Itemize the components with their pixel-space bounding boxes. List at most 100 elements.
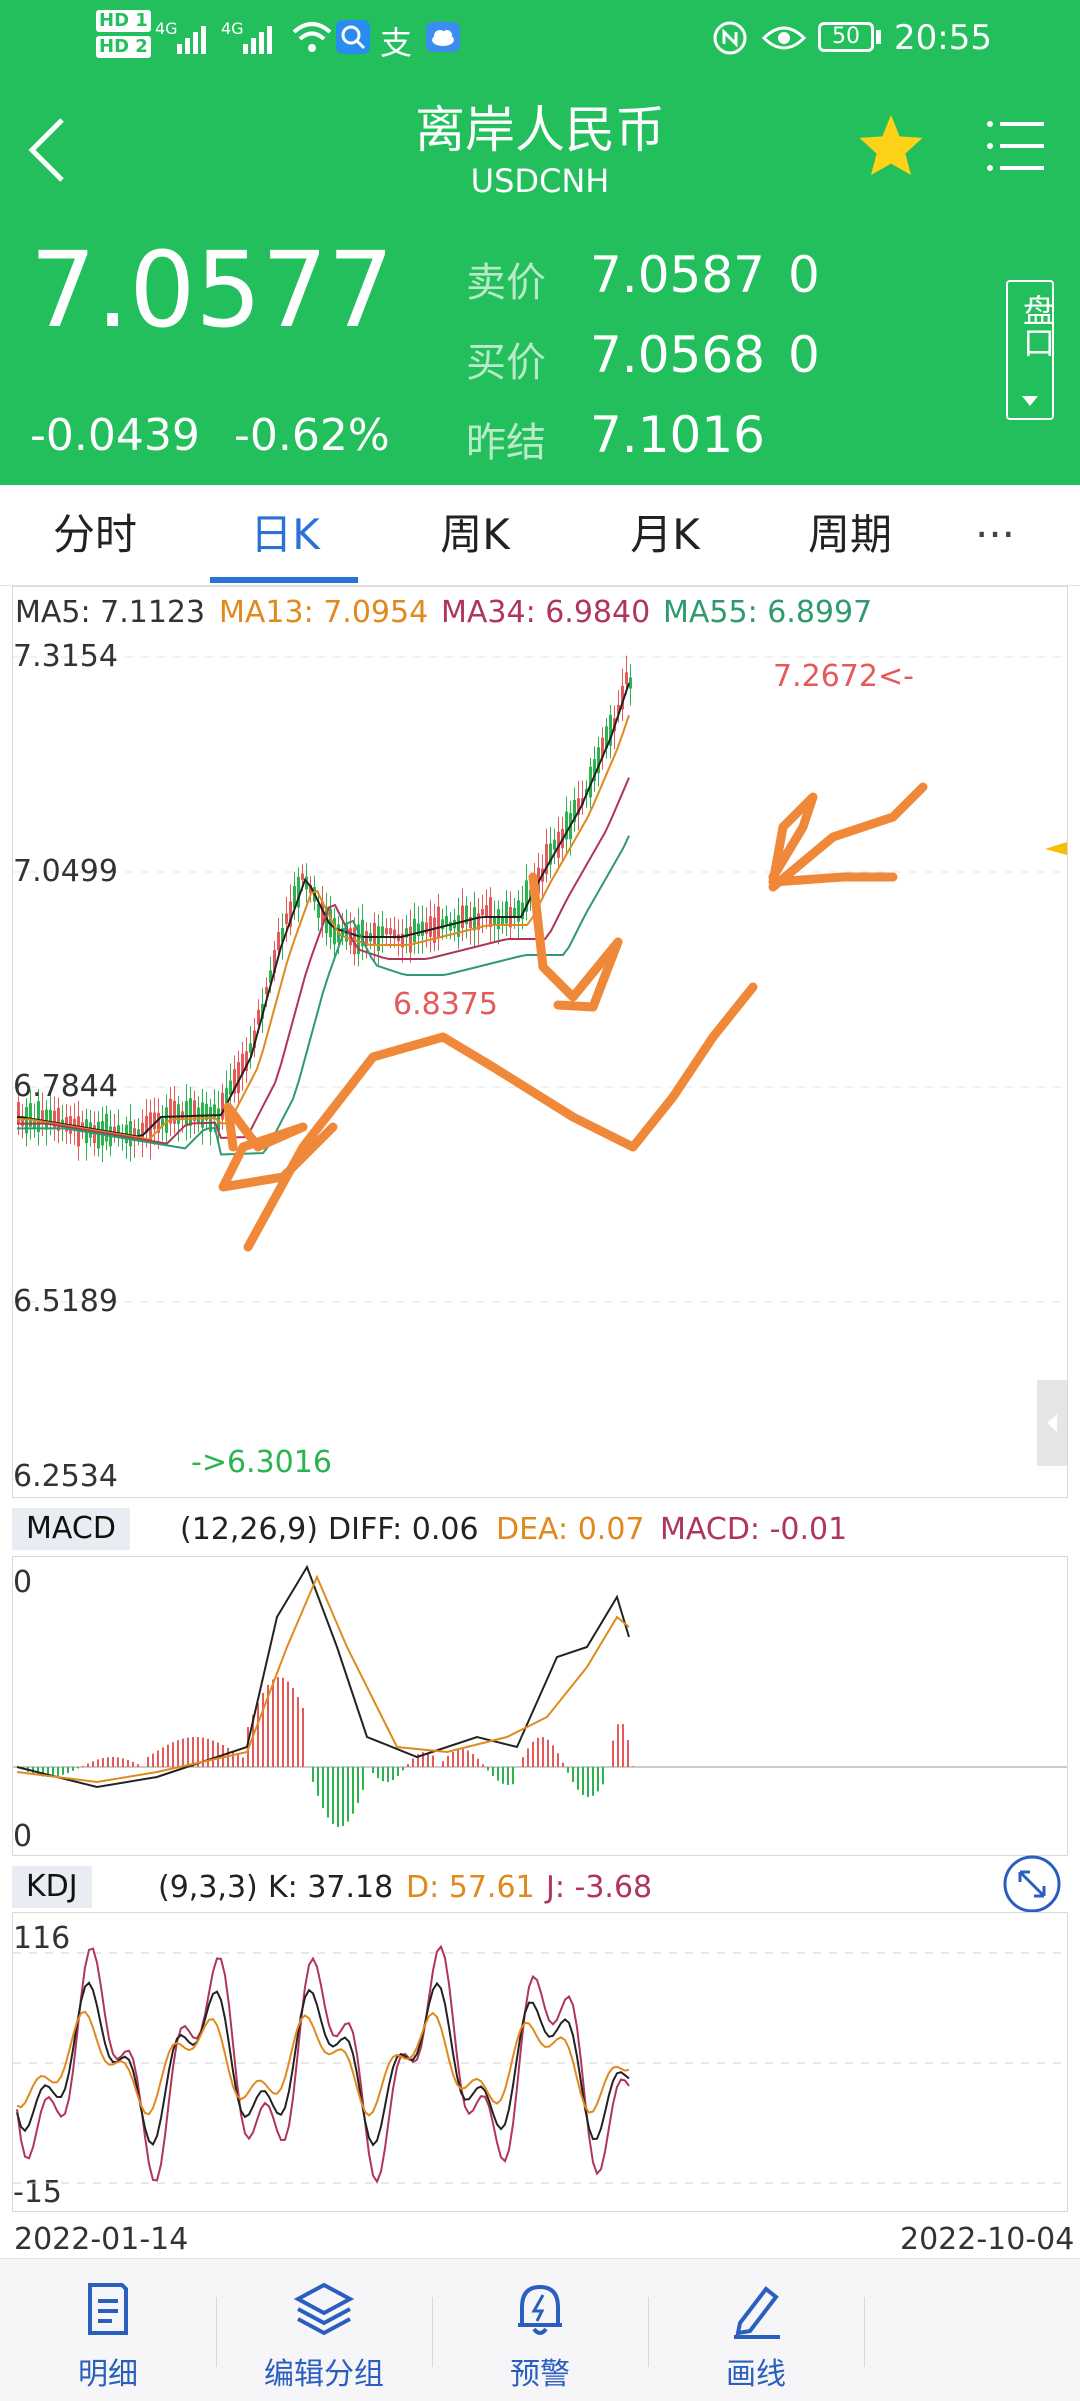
macd-histogram-bar xyxy=(572,1767,574,1782)
bottom-nav-edit-group[interactable]: 编辑分组 xyxy=(216,2259,432,2401)
bottom-nav-details[interactable]: 明细 xyxy=(0,2259,216,2401)
macd-histogram-bar xyxy=(322,1767,324,1808)
macd-histogram-bar xyxy=(57,1767,59,1776)
macd-histogram-bar xyxy=(147,1757,149,1767)
fullscreen-icon[interactable] xyxy=(1002,1854,1062,1918)
macd-histogram-bar xyxy=(277,1677,279,1767)
macd-histogram-bar xyxy=(242,1758,244,1767)
macd-histogram-bar xyxy=(472,1754,474,1767)
mid-annotation: 6.8375 xyxy=(393,987,498,1022)
macd-histogram-bar xyxy=(132,1762,134,1767)
status-bar: HD 1 HD 2 4G4G 支 50 20:55 xyxy=(0,0,1080,80)
back-icon[interactable] xyxy=(18,108,78,192)
sell-price: 7.0587 xyxy=(590,246,765,304)
macd-histogram-bar xyxy=(532,1742,534,1767)
macd-histogram-bar xyxy=(187,1738,189,1767)
axis-label-4: 6.5189 xyxy=(13,1284,118,1319)
battery-level: 50 xyxy=(832,24,860,49)
macd-histogram-bar xyxy=(627,1740,629,1767)
macd-histogram-bar xyxy=(502,1767,504,1784)
macd-histogram-bar xyxy=(317,1767,319,1796)
kdj-j: J: -3.68 xyxy=(546,1870,652,1905)
macd-histogram-bar xyxy=(597,1767,599,1791)
axis-label-5: 6.2534 xyxy=(13,1459,118,1494)
macd-histogram-bar xyxy=(372,1767,374,1773)
macd-histogram-bar xyxy=(82,1766,84,1767)
cloud-app-icon xyxy=(426,22,460,52)
macd-histogram-bar xyxy=(482,1764,484,1767)
macd-histogram-bar xyxy=(512,1767,514,1784)
bottom-nav-draw[interactable]: 画线 xyxy=(648,2259,864,2401)
macd-histogram-bar xyxy=(452,1752,454,1767)
macd-histogram-bar xyxy=(177,1740,179,1767)
tab-weekly-k[interactable]: 周K xyxy=(380,485,570,585)
kdj-params: (9,3,3) xyxy=(158,1870,258,1905)
price-marker-icon xyxy=(1045,842,1067,855)
low-annotation: ->6.3016 xyxy=(191,1445,332,1480)
macd-histogram-bar xyxy=(382,1767,384,1781)
order-book-tab[interactable]: 盘口 xyxy=(1006,280,1054,420)
tab-daily-k[interactable]: 日K xyxy=(190,485,380,585)
caret-down-icon xyxy=(1008,392,1052,412)
end-date: 2022-10-04 xyxy=(900,2222,1074,2257)
nfc-icon xyxy=(712,20,748,60)
macd-histogram-bar xyxy=(217,1743,219,1767)
macd-histogram-bar xyxy=(127,1760,129,1767)
pencil-icon xyxy=(726,2279,786,2339)
kdj-indicator-button[interactable]: KDJ xyxy=(12,1866,92,1908)
macd-panel[interactable]: 0 0 xyxy=(12,1556,1068,1856)
bottom-nav-alert[interactable]: 预警 xyxy=(432,2259,648,2401)
favorite-star-icon[interactable] xyxy=(856,112,926,182)
macd-value: MACD: -0.01 xyxy=(660,1512,847,1547)
macd-indicator-button[interactable]: MACD xyxy=(12,1508,130,1550)
clock: 20:55 xyxy=(894,18,992,58)
active-tab-indicator xyxy=(210,577,358,583)
svg-text:4G: 4G xyxy=(221,19,244,38)
buy-price: 7.0568 xyxy=(590,326,765,384)
macd-histogram-bar xyxy=(397,1767,399,1776)
macd-histogram-bar xyxy=(552,1745,554,1767)
macd-histogram-bar xyxy=(87,1763,89,1767)
more-icon[interactable]: ··· xyxy=(945,485,1045,585)
kline-panel[interactable]: MA5: 7.1123 MA13: 7.0954 MA34: 6.9840 MA… xyxy=(12,586,1068,1498)
tab-monthly-k[interactable]: 月K xyxy=(570,485,760,585)
tab-intraday[interactable]: 分时 xyxy=(0,485,190,585)
macd-dea: DEA: 0.07 xyxy=(496,1512,645,1547)
page-title: 离岸人民币 xyxy=(240,90,840,162)
macd-histogram-bar xyxy=(117,1757,119,1767)
macd-histogram-bar xyxy=(622,1724,624,1767)
macd-histogram-bar xyxy=(72,1767,74,1771)
macd-histogram-bar xyxy=(477,1759,479,1767)
macd-histogram-bar xyxy=(67,1767,69,1773)
macd-canvas xyxy=(13,1557,1067,1855)
side-collapse-handle[interactable] xyxy=(1037,1380,1067,1466)
menu-list-icon[interactable] xyxy=(984,114,1048,182)
macd-histogram-bar xyxy=(447,1756,449,1767)
search-app-icon xyxy=(336,20,370,54)
macd-histogram-bar xyxy=(122,1758,124,1767)
price-change: -0.0439 xyxy=(30,410,200,461)
macd-histogram-bar xyxy=(312,1767,314,1782)
macd-histogram-bar xyxy=(262,1693,264,1767)
macd-histogram-bar xyxy=(567,1767,569,1773)
tab-period[interactable]: 周期 xyxy=(755,485,945,585)
macd-histogram-bar xyxy=(602,1767,604,1784)
document-icon xyxy=(78,2279,138,2339)
macd-histogram-bar xyxy=(327,1767,329,1817)
kdj-panel[interactable]: 116 -15 xyxy=(12,1912,1068,2212)
macd-histogram-bar xyxy=(357,1767,359,1803)
macd-histogram-bar xyxy=(577,1767,579,1790)
macd-histogram-bar xyxy=(587,1767,589,1797)
svg-text:4G: 4G xyxy=(155,19,178,38)
axis-label-1: 7.3154 xyxy=(13,639,118,674)
macd-histogram-bar xyxy=(337,1767,339,1827)
macd-histogram-bar xyxy=(562,1763,564,1767)
macd-histogram-bar xyxy=(497,1767,499,1781)
prev-close: 7.1016 xyxy=(590,406,765,464)
macd-histogram-bar xyxy=(97,1759,99,1767)
wifi-icon xyxy=(290,18,334,62)
macd-histogram-bar xyxy=(442,1761,444,1767)
buy-label: 买价 xyxy=(466,330,546,388)
macd-histogram-bar xyxy=(182,1739,184,1767)
macd-histogram-bar xyxy=(77,1767,79,1768)
